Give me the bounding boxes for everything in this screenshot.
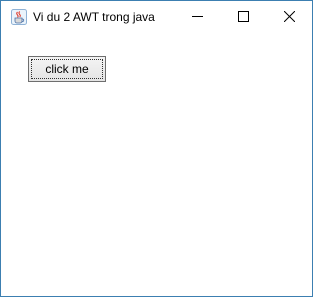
close-button[interactable] [266,1,312,32]
title-bar[interactable]: Vi du 2 AWT trong java [1,1,312,32]
minimize-button[interactable] [174,1,220,32]
close-icon [284,11,295,22]
minimize-icon [192,16,203,17]
app-window: Vi du 2 AWT trong java click me [0,0,313,297]
click-me-button-label: click me [31,59,103,79]
maximize-button[interactable] [220,1,266,32]
client-area: click me [1,32,312,296]
maximize-icon [238,11,249,22]
window-title: Vi du 2 AWT trong java [33,10,155,24]
java-cup-icon[interactable] [11,9,27,25]
click-me-button[interactable]: click me [28,56,106,82]
